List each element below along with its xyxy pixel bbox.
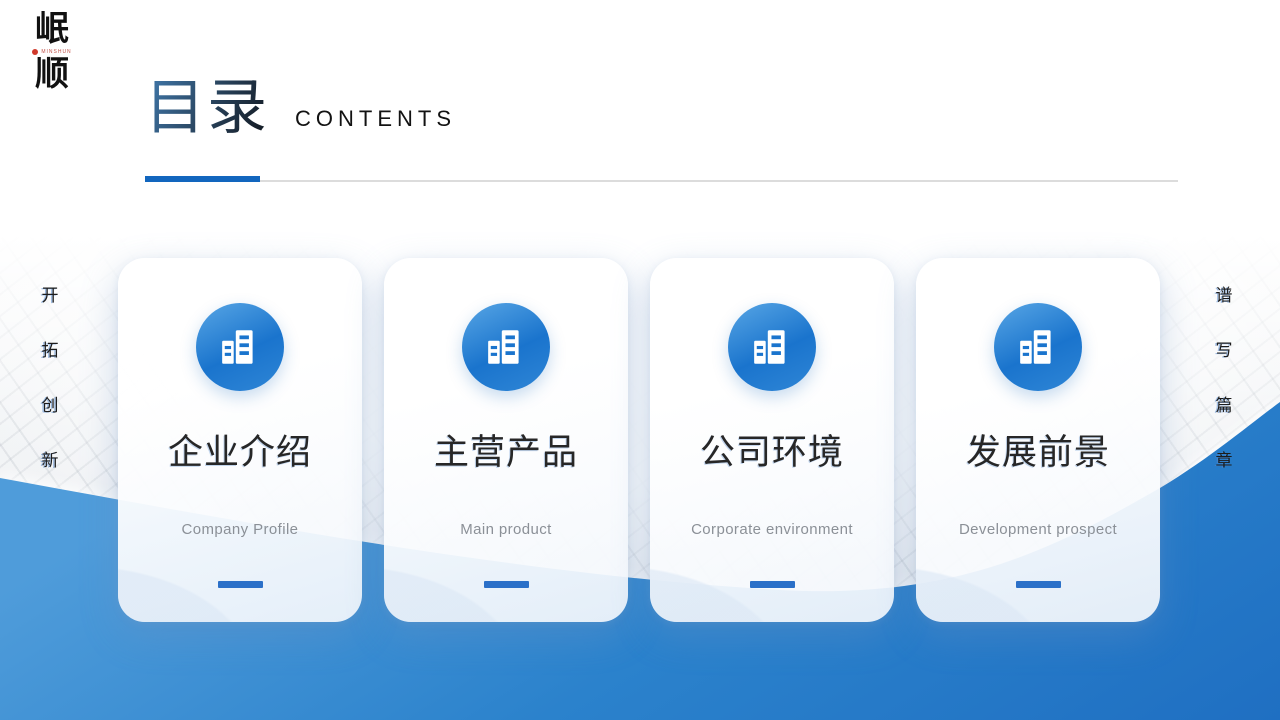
card-accent-bar: [484, 581, 529, 588]
slogan-char: 拓: [42, 336, 59, 361]
card-subtitle: Corporate environment: [691, 522, 853, 537]
company-logo: 岷 MINSHUN 顺: [22, 12, 82, 91]
card-title: 主营产品: [434, 435, 578, 470]
slide: 岷 MINSHUN 顺 目录 CONTENTS 开 拓 创 新 谱 写 篇 章: [0, 0, 1280, 720]
slogan-char: 谱: [1216, 281, 1233, 306]
toc-card-company-profile[interactable]: 企业介绍 Company Profile: [118, 258, 362, 622]
right-vertical-slogan: 谱 写 篇 章: [1209, 281, 1239, 471]
slogan-char: 写: [1216, 336, 1233, 361]
icon-circle: [994, 303, 1082, 391]
slogan-char: 章: [1216, 446, 1233, 471]
card-subtitle: Development prospect: [959, 522, 1117, 537]
buildings-icon: [485, 326, 527, 368]
card-subtitle: Main product: [460, 522, 552, 537]
slogan-char: 新: [42, 446, 59, 471]
icon-circle: [196, 303, 284, 391]
icon-circle: [728, 303, 816, 391]
header: 目录 CONTENTS: [145, 78, 456, 138]
card-accent-bar: [750, 581, 795, 588]
header-accent-bar: [145, 176, 260, 182]
slogan-char: 篇: [1216, 391, 1233, 416]
card-title: 发展前景: [966, 435, 1110, 470]
left-vertical-slogan: 开 拓 创 新: [35, 281, 65, 471]
buildings-icon: [219, 326, 261, 368]
toc-card-development-prospect[interactable]: 发展前景 Development prospect: [916, 258, 1160, 622]
slogan-char: 创: [42, 391, 59, 416]
header-divider-line: [145, 180, 1178, 182]
toc-card-main-product[interactable]: 主营产品 Main product: [384, 258, 628, 622]
card-title: 企业介绍: [168, 435, 312, 470]
toc-card-corporate-environment[interactable]: 公司环境 Corporate environment: [650, 258, 894, 622]
logo-char-bottom: 顺: [22, 57, 82, 92]
card-title: 公司环境: [700, 435, 844, 470]
buildings-icon: [751, 326, 793, 368]
slogan-char: 开: [42, 281, 59, 306]
card-accent-bar: [218, 581, 263, 588]
logo-char-top: 岷: [22, 12, 82, 47]
page-subtitle: CONTENTS: [295, 106, 456, 132]
card-subtitle: Company Profile: [182, 522, 299, 537]
page-title: 目录: [145, 78, 269, 138]
buildings-icon: [1017, 326, 1059, 368]
card-accent-bar: [1016, 581, 1061, 588]
icon-circle: [462, 303, 550, 391]
